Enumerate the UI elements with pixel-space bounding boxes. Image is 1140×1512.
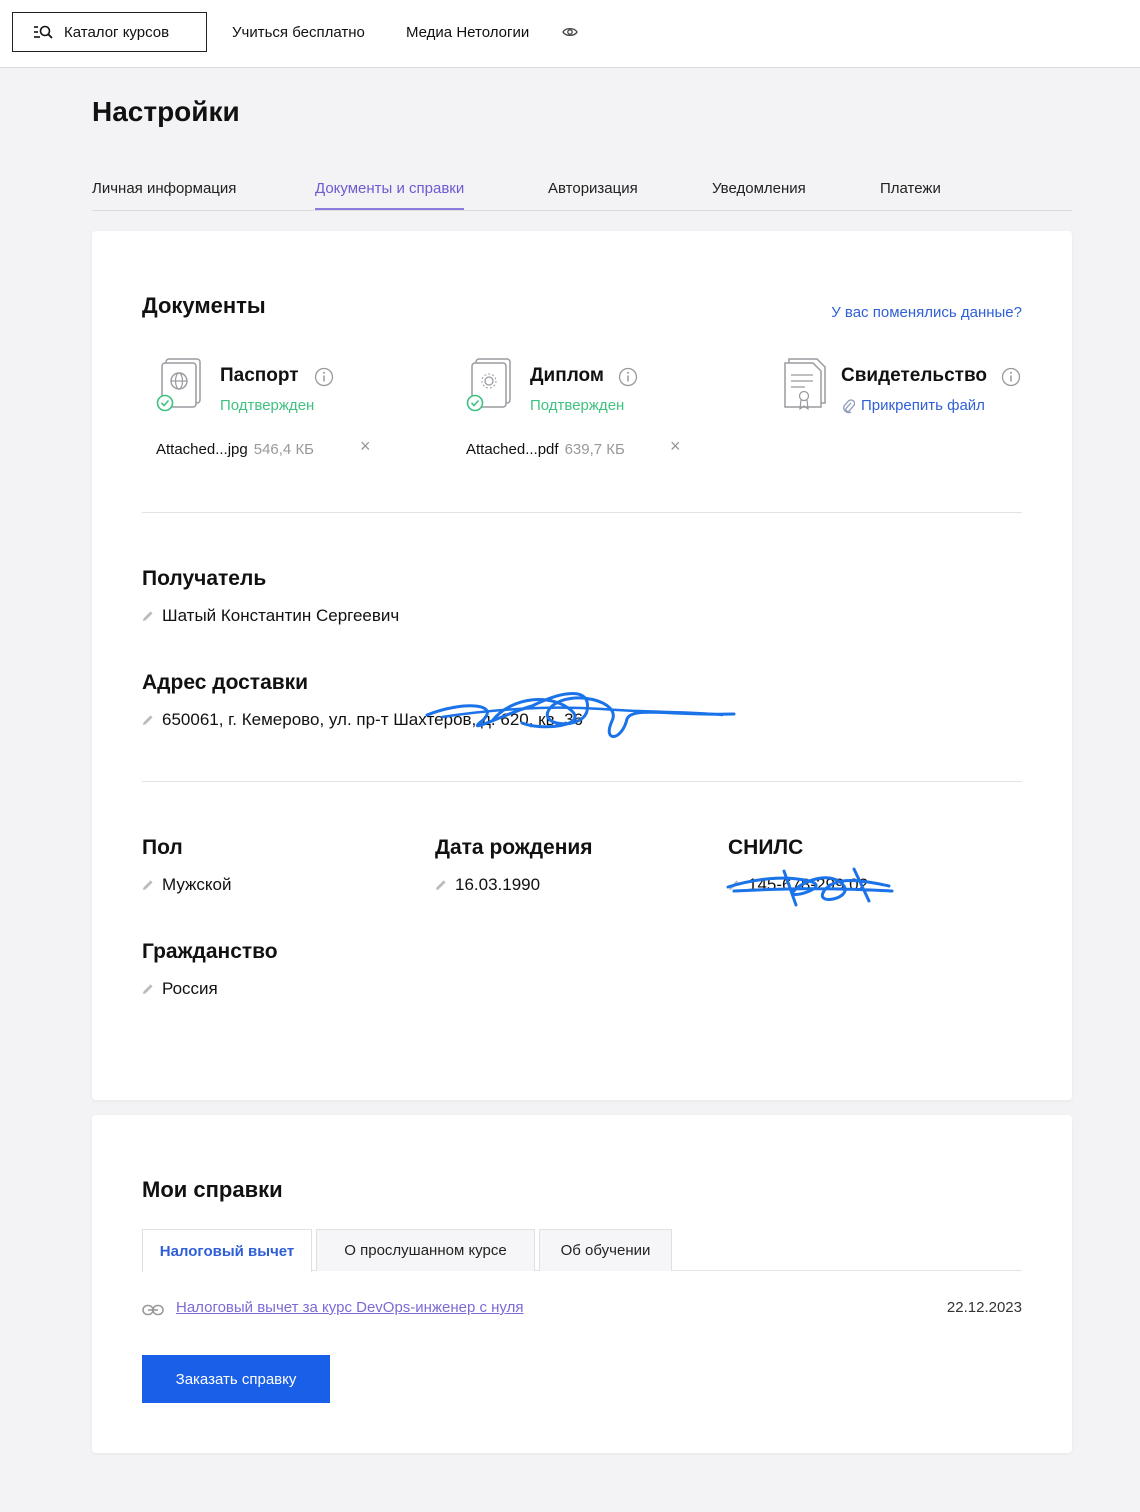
address-label: Адрес доставки (142, 671, 309, 694)
catalog-button[interactable]: Каталог курсов (12, 12, 207, 52)
passport-title: Паспорт (220, 365, 299, 386)
diploma-icon (466, 358, 511, 412)
doc-passport: Паспорт Подтвержден Attached...jpg 546,4 … (156, 357, 416, 467)
documents-title: Документы (142, 293, 266, 318)
tab-tax-deduction[interactable]: Налоговый вычет (142, 1229, 312, 1272)
snils-text: 145-678-299 02 (748, 875, 869, 894)
pencil-icon (143, 611, 153, 621)
reference-link[interactable]: Налоговый вычет за курс DevOps-инженер с… (176, 1299, 523, 1316)
certificate-info-icon[interactable] (1001, 367, 1021, 387)
passport-icon (156, 358, 201, 412)
tab-authorization[interactable]: Авторизация (548, 180, 638, 197)
gender-text: Мужской (162, 875, 232, 894)
passport-status: Подтвержден (220, 397, 315, 414)
diploma-remove-icon[interactable]: × (670, 436, 681, 457)
citizenship-value[interactable]: Россия (142, 979, 218, 999)
attach-file-link[interactable]: Прикрепить файл (841, 397, 985, 414)
certificate-icon (784, 358, 826, 411)
birthdate-text: 16.03.1990 (455, 875, 541, 894)
divider (142, 781, 1022, 782)
pencil-icon (143, 880, 153, 890)
snils-label: СНИЛС (728, 836, 804, 859)
passport-file[interactable]: Attached...jpg 546,4 КБ (156, 441, 314, 458)
data-changed-link[interactable]: У вас поменялись данные? (831, 304, 1022, 321)
doc-diploma: Диплом Подтвержден Attached...pdf 639,7 К… (466, 357, 726, 467)
nav-learn-free[interactable]: Учиться бесплатно (232, 24, 365, 41)
link-icon (142, 1304, 164, 1316)
tab-education[interactable]: Об обучении (539, 1229, 672, 1271)
paperclip-icon (843, 398, 855, 413)
diploma-file[interactable]: Attached...pdf 639,7 КБ (466, 441, 625, 458)
list-item: Налоговый вычет за курс DevOps-инженер с… (142, 1298, 1022, 1322)
passport-info-icon[interactable] (314, 367, 334, 387)
tab-course-completed[interactable]: О прослушанном курсе (316, 1229, 535, 1271)
references-tabs: Налоговый вычет О прослушанном курсе Об … (142, 1229, 1022, 1272)
eye-icon[interactable] (562, 24, 578, 40)
address-text: 650061, г. Кемерово, ул. пр-т Шахтеров, … (162, 710, 583, 729)
citizenship-label: Гражданство (142, 940, 278, 963)
diploma-status: Подтвержден (530, 397, 625, 414)
tab-notifications[interactable]: Уведомления (712, 180, 806, 197)
pencil-icon (143, 984, 153, 994)
recipient-text: Шатый Константин Сергеевич (162, 606, 400, 625)
snils-value[interactable]: 145-678-299 02 (728, 875, 868, 895)
references-card: Мои справки Налоговый вычет О прослушанн… (92, 1115, 1072, 1453)
tab-personal-info[interactable]: Личная информация (92, 180, 236, 197)
catalog-search-icon (34, 25, 53, 39)
diploma-file-size: 639,7 КБ (564, 441, 625, 458)
tab-documents[interactable]: Документы и справки (315, 180, 465, 210)
nav-media[interactable]: Медиа Нетологии (406, 24, 529, 41)
catalog-label: Каталог курсов (64, 23, 170, 41)
references-title: Мои справки (142, 1177, 283, 1202)
pencil-icon (436, 880, 446, 890)
documents-card: Документы У вас поменялись данные? Паспо… (92, 231, 1072, 1100)
passport-file-size: 546,4 КБ (253, 441, 315, 458)
gender-value[interactable]: Мужской (142, 875, 232, 895)
attach-file-label: Прикрепить файл (861, 397, 985, 414)
settings-tabs: Личная информация Документы и справки Ав… (92, 170, 1072, 211)
diploma-info-icon[interactable] (618, 367, 638, 387)
diploma-file-name[interactable]: Attached...pdf (466, 441, 559, 458)
doc-certificate: Свидетельство Прикрепить файл (777, 357, 1037, 467)
pencil-icon (143, 715, 153, 725)
order-reference-button[interactable]: Заказать справку (142, 1355, 330, 1403)
reference-date: 22.12.2023 (946, 1299, 1022, 1316)
birthdate-label: Дата рождения (435, 836, 593, 859)
recipient-value[interactable]: Шатый Константин Сергеевич (142, 606, 399, 626)
pencil-icon (729, 880, 739, 890)
passport-remove-icon[interactable]: × (360, 436, 371, 457)
divider (142, 512, 1022, 513)
page-title: Настройки (92, 96, 240, 127)
birthdate-value[interactable]: 16.03.1990 (435, 875, 540, 895)
address-value[interactable]: 650061, г. Кемерово, ул. пр-т Шахтеров, … (142, 710, 583, 730)
passport-file-name[interactable]: Attached...jpg (156, 441, 248, 458)
diploma-title: Диплом (530, 365, 604, 386)
top-bar: Каталог курсов Учиться бесплатно Медиа Н… (0, 0, 1140, 68)
certificate-title: Свидетельство (841, 365, 987, 386)
tab-payments[interactable]: Платежи (880, 180, 941, 197)
gender-label: Пол (142, 836, 183, 859)
recipient-label: Получатель (142, 567, 267, 590)
citizenship-text: Россия (162, 979, 218, 998)
